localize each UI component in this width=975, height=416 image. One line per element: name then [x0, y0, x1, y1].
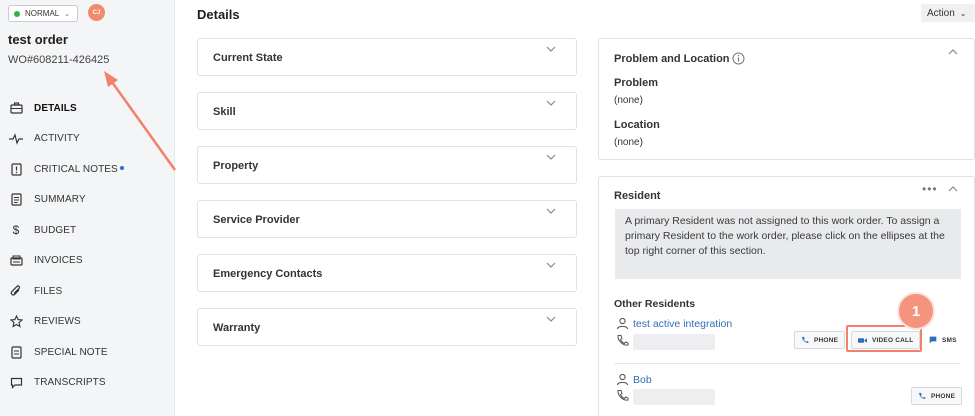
- section-label: Service Provider: [213, 214, 300, 226]
- sidebar-item-summary[interactable]: SUMMARY: [0, 185, 175, 216]
- sidebar-item-special-note[interactable]: SPECIAL NOTE: [0, 337, 175, 368]
- star-icon: [8, 314, 24, 330]
- work-order-number: WO#608211-426425: [8, 54, 110, 66]
- phone-icon: [802, 336, 809, 343]
- chevron-down-icon: [546, 100, 556, 106]
- sms-button-label: SMS: [942, 336, 957, 344]
- section-service-provider[interactable]: Service Provider: [197, 200, 577, 238]
- step-badge: 1: [897, 292, 935, 330]
- sidebar-item-label: FILES: [34, 285, 63, 297]
- section-warranty[interactable]: Warranty: [197, 308, 577, 346]
- phone-button-label: PHONE: [814, 336, 839, 344]
- chevron-down-icon: [546, 46, 556, 52]
- order-title: test order: [8, 32, 68, 47]
- resident-name-link[interactable]: Bob: [633, 374, 652, 386]
- sidebar-item-label: TRANSCRIPTS: [34, 377, 106, 389]
- sidebar-item-reviews[interactable]: REVIEWS: [0, 307, 175, 338]
- sidebar-item-activity[interactable]: ACTIVITY: [0, 124, 175, 155]
- ellipsis-menu-icon[interactable]: •••: [922, 182, 938, 196]
- person-icon: [616, 317, 629, 330]
- chevron-down-icon: [546, 316, 556, 322]
- sidebar-item-transcripts[interactable]: TRANSCRIPTS: [0, 368, 175, 399]
- sidebar-nav: DETAILS ACTIVITY CRITICAL NOTES SUMMARY …: [0, 93, 175, 398]
- divider: [614, 363, 960, 364]
- section-label: Skill: [213, 106, 236, 118]
- no-primary-resident-alert: A primary Resident was not assigned to t…: [615, 209, 961, 279]
- phone-icon: [919, 392, 926, 399]
- sidebar-item-files[interactable]: FILES: [0, 276, 175, 307]
- section-property[interactable]: Property: [197, 146, 577, 184]
- chevron-down-icon: [546, 262, 556, 268]
- info-icon[interactable]: [732, 52, 745, 65]
- status-label: NORMAL: [25, 9, 60, 18]
- resident-name-link[interactable]: test active integration: [633, 318, 732, 330]
- sidebar-item-label: CRITICAL NOTES: [34, 163, 118, 175]
- special-note-icon: [8, 344, 24, 360]
- sidebar-item-budget[interactable]: $ BUDGET: [0, 215, 175, 246]
- chevron-down-icon: ⌄: [959, 8, 967, 18]
- other-residents-label: Other Residents: [614, 298, 696, 310]
- chat-icon: [929, 336, 937, 344]
- document-icon: [8, 192, 24, 208]
- section-emergency-contacts[interactable]: Emergency Contacts: [197, 254, 577, 292]
- page-title: Details: [197, 7, 240, 22]
- sidebar-item-details[interactable]: DETAILS: [0, 93, 175, 124]
- avatar[interactable]: CJ: [88, 4, 105, 21]
- sidebar-item-label: DETAILS: [34, 102, 77, 114]
- chevron-down-icon: [546, 208, 556, 214]
- section-label: Current State: [213, 52, 283, 64]
- section-skill[interactable]: Skill: [197, 92, 577, 130]
- sidebar: NORMAL ⌄ CJ test order WO#608211-426425 …: [0, 0, 175, 416]
- sidebar-item-label: BUDGET: [34, 224, 77, 236]
- sms-button[interactable]: SMS: [923, 331, 963, 349]
- sidebar-item-label: INVOICES: [34, 255, 83, 267]
- location-label: Location: [614, 119, 660, 131]
- invoice-icon: [8, 253, 24, 269]
- briefcase-icon: [8, 100, 24, 116]
- phone-button-label: PHONE: [931, 392, 956, 400]
- unread-dot-icon: [119, 166, 124, 171]
- card-title: Problem and Location: [614, 53, 730, 65]
- chat-icon: [8, 375, 24, 391]
- chevron-down-icon: [546, 154, 556, 160]
- phone-button[interactable]: PHONE: [794, 331, 846, 349]
- sidebar-item-invoices[interactable]: INVOICES: [0, 246, 175, 277]
- action-label: Action: [927, 7, 955, 19]
- person-icon: [616, 373, 629, 386]
- card-title: Resident: [614, 190, 661, 202]
- section-label: Property: [213, 160, 259, 172]
- sidebar-item-label: SPECIAL NOTE: [34, 346, 108, 358]
- redacted-phone-number: [633, 389, 715, 405]
- sidebar-item-label: REVIEWS: [34, 316, 81, 328]
- activity-icon: [8, 131, 24, 147]
- paperclip-icon: [8, 283, 24, 299]
- chevron-down-icon: ⌄: [64, 10, 71, 18]
- problem-value: (none): [614, 95, 643, 106]
- note-alert-icon: [8, 161, 24, 177]
- status-dot-icon: [14, 10, 20, 17]
- location-value: (none): [614, 137, 643, 148]
- redacted-phone-number: [633, 334, 715, 350]
- sidebar-item-critical-notes[interactable]: CRITICAL NOTES: [0, 154, 175, 185]
- section-label: Emergency Contacts: [213, 268, 323, 280]
- chevron-up-icon[interactable]: [948, 184, 958, 194]
- section-label: Warranty: [213, 322, 261, 334]
- status-dropdown[interactable]: NORMAL ⌄: [8, 5, 78, 22]
- action-button[interactable]: Action ⌄: [921, 4, 975, 22]
- phone-icon: [617, 390, 629, 401]
- section-current-state[interactable]: Current State: [197, 38, 577, 76]
- phone-icon: [617, 335, 629, 346]
- problem-location-card: Problem and Location Problem (none) Loca…: [598, 38, 975, 160]
- chevron-up-icon[interactable]: [948, 47, 958, 57]
- sidebar-item-label: ACTIVITY: [34, 133, 80, 145]
- sidebar-item-label: SUMMARY: [34, 194, 86, 206]
- phone-button[interactable]: PHONE: [911, 387, 963, 405]
- problem-label: Problem: [614, 77, 659, 89]
- dollar-icon: $: [12, 223, 20, 238]
